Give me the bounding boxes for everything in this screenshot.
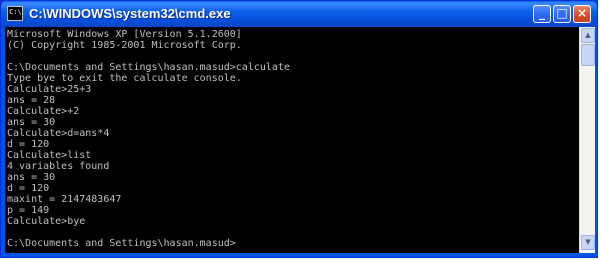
- vertical-scrollbar[interactable]: ▲ ▼: [579, 27, 595, 253]
- console-text: Microsoft Windows XP [Version 5.1.2600] …: [7, 29, 290, 249]
- close-button[interactable]: ×: [573, 5, 591, 23]
- cmd-icon-label: C:\: [9, 8, 22, 16]
- window-title: C:\WINDOWS\system32\cmd.exe: [29, 6, 231, 21]
- maximize-button[interactable]: □: [553, 5, 571, 23]
- cmd-icon[interactable]: C:\: [7, 6, 23, 21]
- cmd-window: C:\ C:\WINDOWS\system32\cmd.exe _ □ × Mi…: [0, 0, 598, 258]
- scroll-up-arrow-icon[interactable]: ▲: [581, 28, 595, 43]
- scroll-down-arrow-icon[interactable]: ▼: [581, 235, 595, 250]
- title-bar[interactable]: C:\ C:\WINDOWS\system32\cmd.exe _ □ ×: [1, 1, 597, 27]
- scroll-thumb[interactable]: [581, 44, 595, 66]
- window-frame-bottom: [1, 253, 597, 257]
- minimize-button[interactable]: _: [533, 5, 551, 23]
- console-output[interactable]: Microsoft Windows XP [Version 5.1.2600] …: [5, 27, 579, 253]
